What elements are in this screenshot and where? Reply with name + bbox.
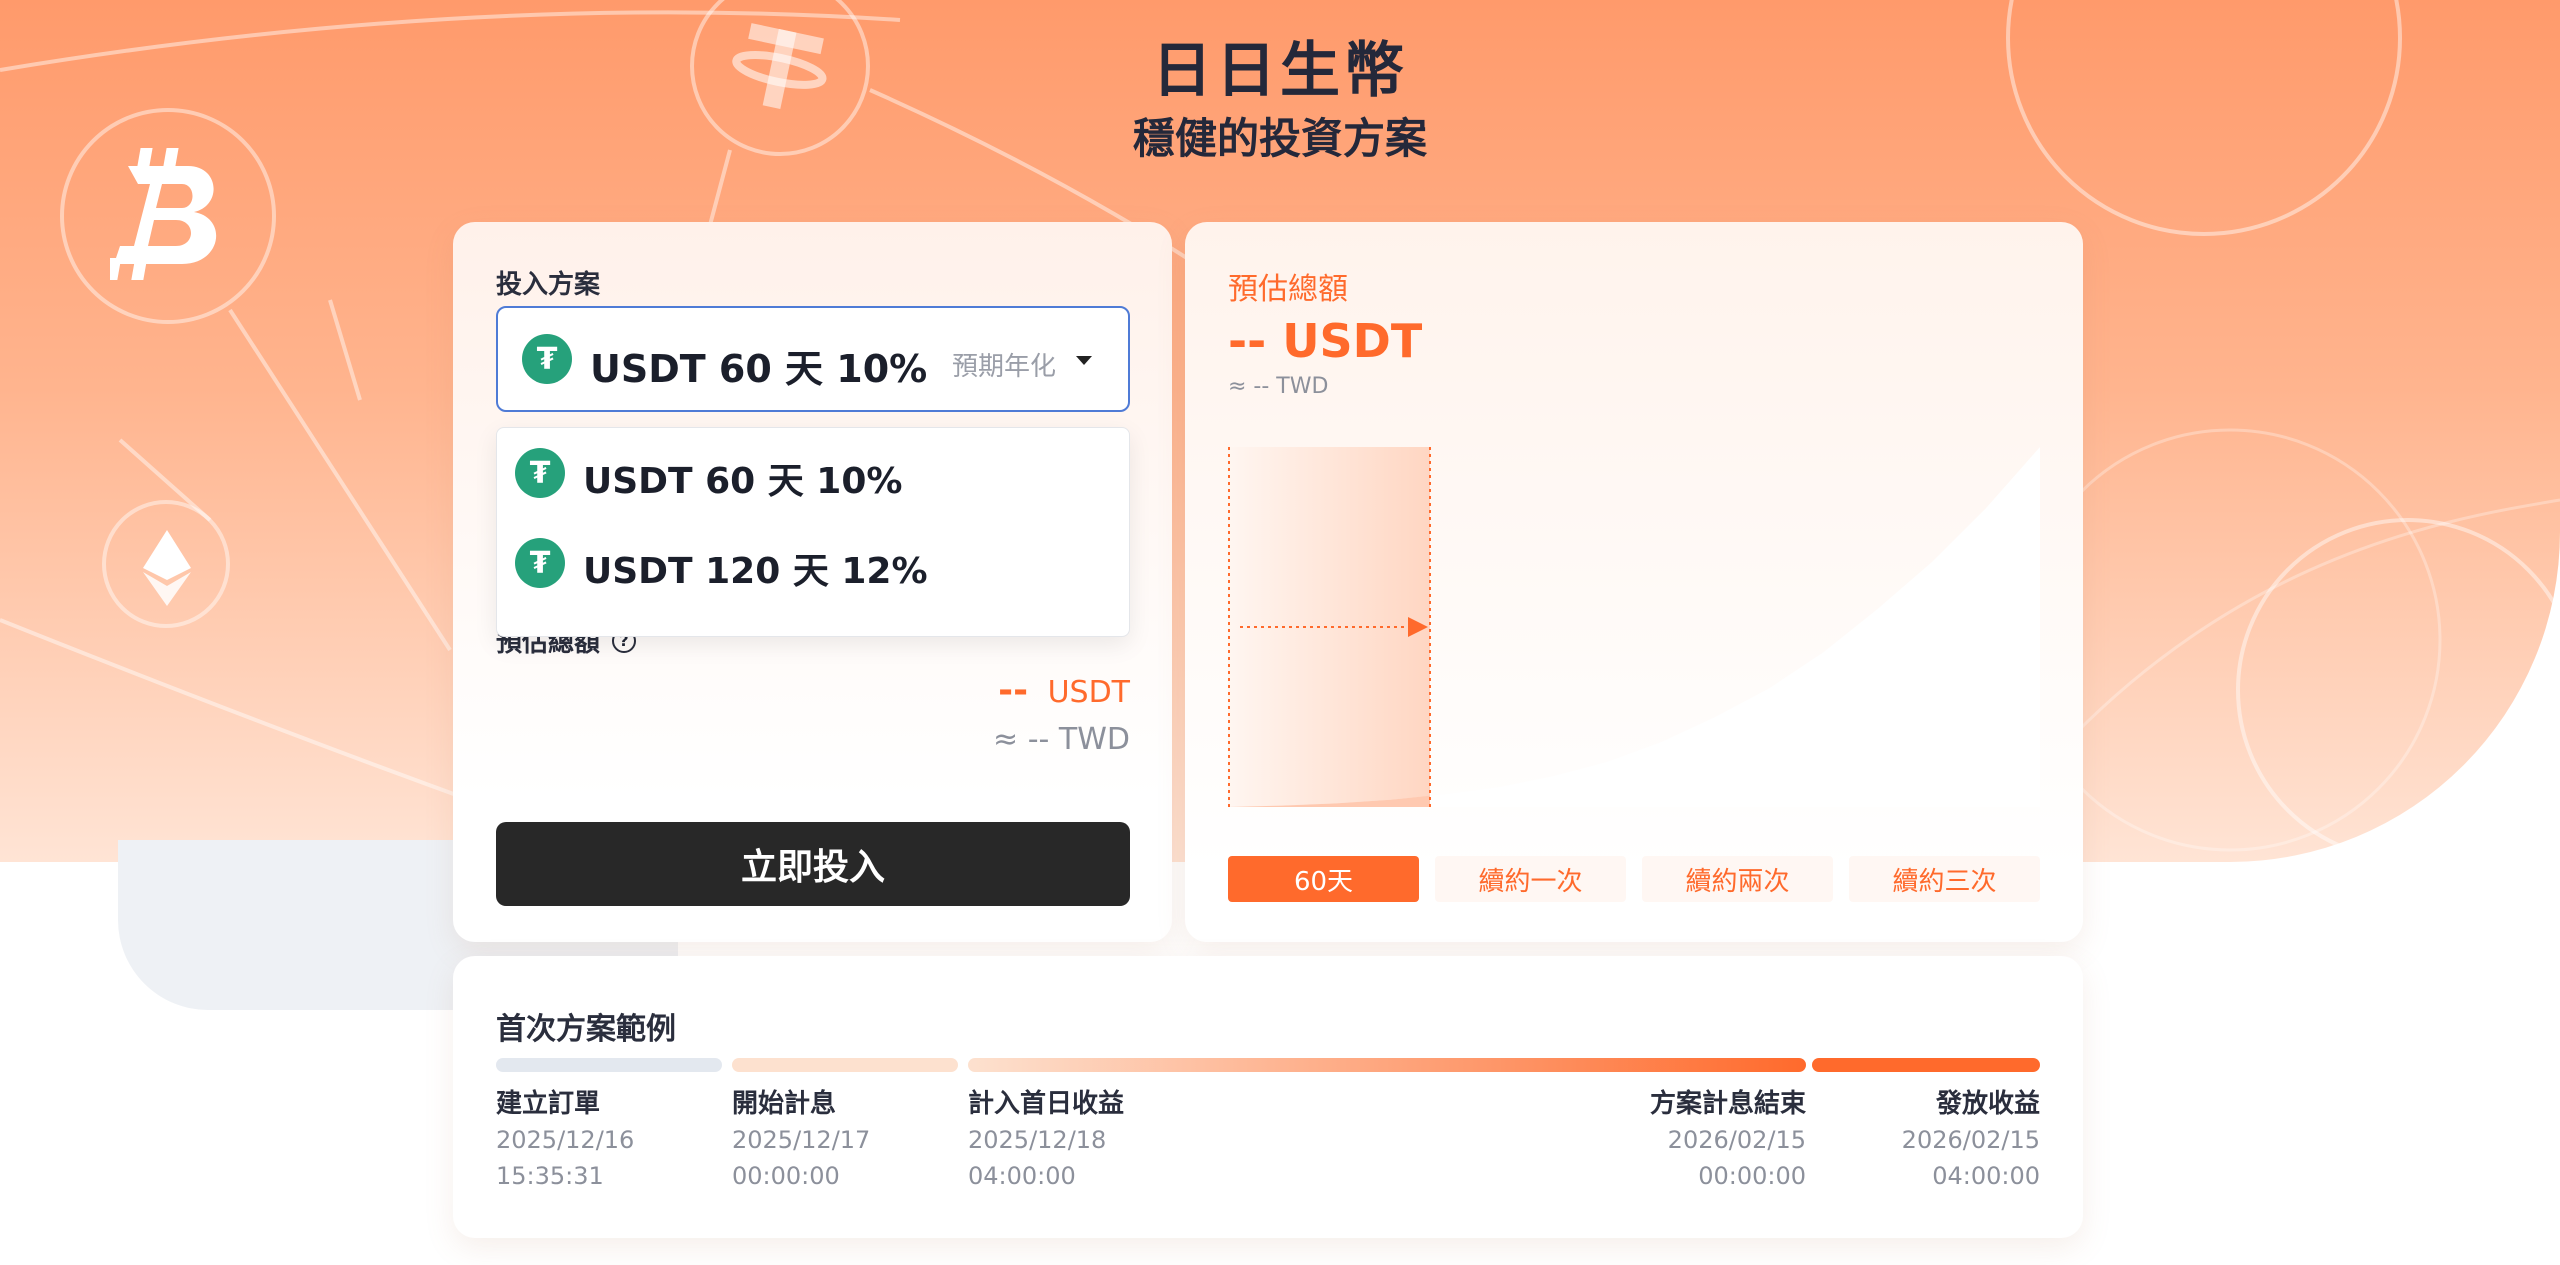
tab-renew-twice[interactable]: 續約兩次	[1642, 856, 1833, 902]
timeline-bar-step1	[496, 1058, 722, 1072]
growth-chart	[1228, 447, 2040, 807]
plan-label: 投入方案	[496, 270, 601, 300]
timeline-card: 首次方案範例 建立訂單 2025/12/16 15:35:31 開始計息 202…	[453, 956, 2083, 1238]
step-date: 2025/12/18	[968, 1126, 1107, 1154]
step-name: 發放收益	[1935, 1089, 2040, 1119]
step-time: 04:00:00	[968, 1162, 1076, 1190]
caret-down-icon	[1076, 356, 1092, 365]
step-time: 15:35:31	[496, 1162, 604, 1190]
step-date: 2026/02/15	[1667, 1126, 1806, 1154]
invest-now-button[interactable]: 立即投入	[496, 822, 1130, 906]
estimate-card: 預估總額 -- USDT ≈ -- TWD 60天 續約一次 續約兩次 續約三次	[1185, 222, 2083, 942]
invest-form-card: 投入方案 ₮ USDT 60 天 10% 預期年化 預估總額 ? ₮ USDT …	[453, 222, 1172, 942]
plan-option-label: USDT 60 天 10%	[583, 461, 903, 502]
plan-select-hint: 預期年化	[951, 352, 1056, 382]
timeline-title: 首次方案範例	[496, 1012, 676, 1047]
page-subtitle: 穩健的投資方案	[1132, 114, 1427, 163]
plan-select-value: USDT 60 天 10%	[590, 347, 928, 391]
timeline-step: 發放收益 2026/02/15 04:00:00	[1902, 1086, 2040, 1194]
period-tabs: 60天 續約一次 續約兩次 續約三次	[1228, 856, 2040, 902]
step-time: 00:00:00	[732, 1162, 840, 1190]
highlight-period-area	[1228, 447, 1430, 807]
timeline-step: 開始計息 2025/12/17 00:00:00	[732, 1086, 870, 1194]
timeline-bar-step3	[968, 1058, 1806, 1072]
ethereum-icon	[143, 530, 191, 606]
step-date: 2025/12/17	[732, 1126, 871, 1154]
timeline-step: 計入首日收益 2025/12/18 04:00:00	[968, 1086, 1124, 1194]
timeline-bar-step2	[732, 1058, 958, 1072]
step-name: 建立訂單	[496, 1089, 601, 1119]
step-date: 2026/02/15	[1901, 1126, 2040, 1154]
plan-dropdown: ₮ USDT 60 天 10% ₮ USDT 120 天 12%	[496, 427, 1130, 637]
step-date: 2025/12/16	[496, 1126, 635, 1154]
step-name: 開始計息	[732, 1089, 837, 1119]
estimated-amount: -- USDT	[998, 670, 1130, 711]
step-time: 00:00:00	[1698, 1162, 1806, 1190]
estimated-twd: ≈ -- TWD	[993, 722, 1130, 757]
tab-renew-once[interactable]: 續約一次	[1435, 856, 1626, 902]
tether-icon: ₮	[515, 448, 565, 498]
plan-option-label: USDT 120 天 12%	[583, 551, 928, 592]
page-title: 日日生幣	[1152, 36, 1408, 106]
tab-60-days[interactable]: 60天	[1228, 856, 1419, 902]
timeline-step: 方案計息結束 2026/02/15 00:00:00	[1650, 1086, 1806, 1194]
step-name: 計入首日收益	[968, 1089, 1125, 1119]
plan-select[interactable]: ₮ USDT 60 天 10% 預期年化	[496, 306, 1130, 412]
plan-option[interactable]: ₮ USDT 120 天 12%	[497, 518, 1129, 608]
estimated-amount-value: --	[998, 670, 1029, 711]
step-time: 04:00:00	[1932, 1162, 2040, 1190]
tab-renew-three-times[interactable]: 續約三次	[1849, 856, 2040, 902]
plan-option[interactable]: ₮ USDT 60 天 10%	[497, 428, 1129, 518]
tether-icon: ₮	[522, 334, 572, 384]
summary-twd: ≈ -- TWD	[1228, 374, 1329, 399]
step-name: 方案計息結束	[1649, 1089, 1806, 1119]
summary-label: 預估總額	[1228, 272, 1348, 307]
timeline-bar-step4	[1812, 1058, 2040, 1072]
tether-icon: ₮	[515, 538, 565, 588]
estimated-amount-unit: USDT	[1047, 675, 1130, 710]
timeline-step: 建立訂單 2025/12/16 15:35:31	[496, 1086, 634, 1194]
summary-amount: -- USDT	[1228, 314, 1423, 368]
